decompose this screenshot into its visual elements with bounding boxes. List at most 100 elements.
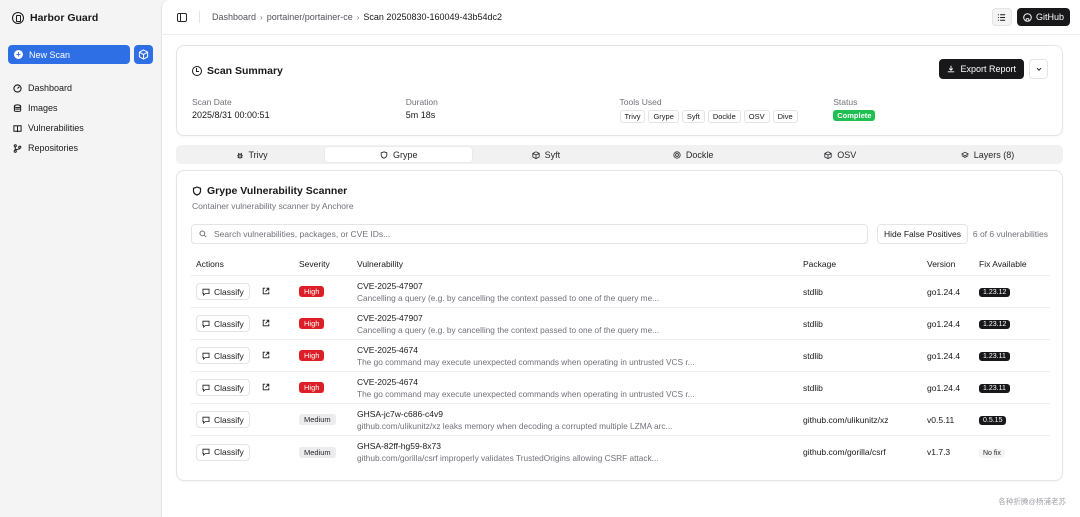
breadcrumb-image[interactable]: portainer/portainer-ce — [267, 12, 353, 22]
message-icon — [202, 320, 210, 328]
breadcrumb-dashboard[interactable]: Dashboard — [212, 12, 256, 22]
watermark: 各种折腾@杨浦老苏 — [998, 497, 1066, 506]
external-link-icon[interactable] — [262, 351, 270, 361]
tab-label: Dockle — [685, 149, 714, 160]
dashboard-icon — [13, 83, 22, 93]
classify-button[interactable]: Classify — [196, 379, 250, 396]
tool-badge: Dockle — [707, 110, 741, 123]
export-report-label: Export Report — [960, 64, 1016, 74]
classify-button[interactable]: Classify — [196, 443, 250, 461]
tab-label: Trivy — [248, 149, 268, 160]
sidebar-toggle-icon[interactable] — [177, 12, 187, 22]
search-box — [191, 224, 868, 244]
tools-list: Trivy Grype Syft Dockle OSV Dive — [619, 110, 834, 123]
column-header: Actions — [196, 259, 224, 269]
tab-osv[interactable]: OSV — [767, 147, 914, 162]
topbar: Dashboard › portainer/portainer-ce › Sca… — [162, 0, 1080, 35]
fix-version-badge: 1.23.12 — [979, 320, 1011, 329]
classify-label: Classify — [214, 350, 244, 361]
scan-date-value: 2025/8/31 00:00:51 — [192, 110, 270, 120]
new-scan-button[interactable]: + New Scan — [8, 45, 130, 64]
sidebar-item-label: Vulnerabilities — [28, 123, 84, 133]
tab-trivy[interactable]: Trivy — [178, 147, 325, 162]
classify-label: Classify — [214, 286, 244, 297]
list-icon — [998, 13, 1006, 21]
status-label: Status — [833, 97, 858, 107]
classify-button[interactable]: Classify — [196, 347, 250, 364]
vulnerability-description: github.com/gorilla/csrf improperly valid… — [357, 453, 659, 463]
external-link-icon[interactable] — [262, 383, 270, 393]
sidebar-item-repositories[interactable]: Repositories — [8, 138, 153, 158]
sidebar-item-dashboard[interactable]: Dashboard — [8, 78, 153, 98]
message-icon — [202, 416, 210, 424]
main-panel: Dashboard › portainer/portainer-ce › Sca… — [161, 0, 1080, 517]
clock-icon — [192, 66, 202, 76]
task-list-button[interactable] — [991, 8, 1012, 26]
divider — [199, 11, 200, 23]
chevron-down-icon — [1036, 67, 1041, 71]
package-name: stdlib — [803, 286, 823, 297]
scanner-tabs: Trivy Grype Syft Dockle OSV Layers (8) — [176, 145, 1063, 164]
package-name: stdlib — [803, 318, 823, 329]
message-icon — [202, 352, 210, 360]
database-icon — [13, 103, 22, 113]
table-row: Classify High CVE-2025-47907 Cancelling a q… — [191, 308, 1050, 340]
classify-button[interactable]: Classify — [196, 283, 250, 300]
vulnerability-count: 6 of 6 vulnerabilities — [972, 229, 1048, 239]
vulnerability-id: CVE-2025-4674 — [357, 344, 418, 355]
tab-dockle[interactable]: Dockle — [620, 147, 767, 162]
vulnerability-description: Cancelling a query (e.g. by cancelling t… — [357, 292, 660, 303]
git-icon — [13, 143, 22, 153]
package-name: stdlib — [803, 382, 823, 393]
hide-false-positives-button[interactable]: Hide False Positives — [877, 224, 969, 244]
classify-button[interactable]: Classify — [196, 315, 250, 332]
fix-version-badge: 1.23.12 — [979, 288, 1011, 297]
sidebar-item-images[interactable]: Images — [8, 98, 153, 118]
column-header: Fix Available — [979, 259, 1027, 269]
book-icon — [13, 124, 22, 133]
table-row: Classify Medium GHSA-82ff-hg59-8x73 github.… — [191, 436, 1050, 468]
scanner-title: Grype Vulnerability Scanner — [192, 185, 347, 197]
shield-icon — [380, 150, 388, 159]
message-icon — [202, 288, 210, 296]
classify-label: Classify — [214, 447, 244, 457]
tab-label: Grype — [393, 149, 418, 160]
vulnerability-description: Cancelling a query (e.g. by cancelling t… — [357, 324, 660, 335]
tab-layers[interactable]: Layers (8) — [914, 147, 1061, 162]
duration: Duration 5m 18s — [406, 97, 620, 123]
tab-syft[interactable]: Syft — [472, 147, 619, 162]
bulk-scan-button[interactable] — [134, 45, 153, 64]
package-icon — [138, 49, 149, 60]
scan-summary-title: Scan Summary — [192, 65, 283, 77]
tab-label: Layers (8) — [973, 149, 1015, 160]
table-header: Actions Severity Vulnerability Package V… — [191, 253, 1050, 276]
sidebar-nav: Dashboard Images Vulnerabilities Reposit… — [8, 78, 153, 158]
github-button[interactable]: GitHub — [1016, 8, 1070, 26]
brand[interactable]: Harbor Guard — [12, 10, 153, 26]
table-row: Classify Medium GHSA-jc7w-c686-c4v9 github.… — [191, 404, 1050, 436]
scan-date: Scan Date 2025/8/31 00:00:51 — [192, 97, 406, 123]
sidebar-item-label: Dashboard — [28, 83, 73, 93]
export-report-button[interactable]: Export Report — [939, 59, 1024, 79]
tools-used: Tools Used Trivy Grype Syft Dockle OSV Dive — [619, 97, 834, 123]
tab-grype[interactable]: Grype — [325, 147, 473, 162]
external-link-icon[interactable] — [262, 287, 270, 297]
severity-badge: High — [299, 286, 325, 297]
package-version: v0.5.11 — [927, 414, 955, 425]
search-input[interactable] — [214, 229, 814, 239]
scan-summary-card: Scan Summary Export Report Scan Date 202… — [176, 45, 1063, 136]
tool-badge: Syft — [681, 110, 705, 123]
vulnerability-description: The go command may execute unexpected co… — [357, 356, 695, 367]
classify-button[interactable]: Classify — [196, 411, 250, 428]
breadcrumb-scan: Scan 20250830-160049-43b54dc2 — [363, 12, 503, 22]
external-link-icon[interactable] — [262, 319, 270, 329]
package-version: go1.24.4 — [927, 286, 961, 297]
package-icon — [532, 150, 540, 159]
export-options-button[interactable] — [1029, 59, 1048, 79]
duration-label: Duration — [405, 97, 438, 107]
sidebar-item-vulnerabilities[interactable]: Vulnerabilities — [8, 118, 153, 138]
github-icon — [1023, 12, 1032, 22]
status-badge: Complete — [833, 110, 876, 121]
package-version: go1.24.4 — [927, 382, 961, 393]
tool-badge: Grype — [648, 110, 679, 123]
